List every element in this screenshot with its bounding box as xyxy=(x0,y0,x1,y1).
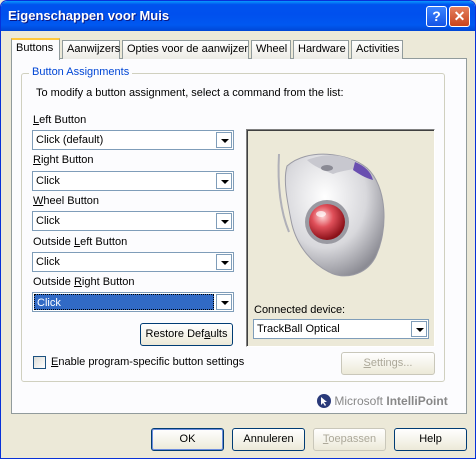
right-button-select[interactable]: Click xyxy=(32,171,234,191)
close-button[interactable]: ✕ xyxy=(449,6,470,27)
chevron-down-icon[interactable] xyxy=(216,213,232,229)
restore-defaults-button[interactable]: Restore Defaults xyxy=(140,323,233,346)
chevron-down-icon[interactable] xyxy=(411,321,427,337)
help-title-button[interactable]: ? xyxy=(426,6,447,27)
ok-button[interactable]: OK xyxy=(151,428,224,451)
outside-left-button-value: Click xyxy=(36,256,60,268)
outside-left-button-select[interactable]: Click xyxy=(32,252,234,272)
outside-right-button-select[interactable]: Click xyxy=(32,292,234,312)
outside-right-button-value: Click xyxy=(34,294,214,310)
program-specific-checkbox[interactable] xyxy=(33,356,46,369)
right-button-value: Click xyxy=(36,175,60,187)
group-title: Button Assignments xyxy=(29,66,133,78)
tab-activities[interactable]: Activities xyxy=(351,40,403,59)
outside-left-button-label: Outside Left Button xyxy=(33,236,128,248)
connected-device-value: TrackBall Optical xyxy=(257,323,340,335)
tab-aanwijzers[interactable]: Aanwijzers xyxy=(62,40,120,59)
tab-buttons[interactable]: Buttons xyxy=(11,38,60,60)
brand-maker: Microsoft xyxy=(334,394,384,408)
tab-hardware[interactable]: Hardware xyxy=(293,40,349,59)
connected-device-select[interactable]: TrackBall Optical xyxy=(253,319,429,339)
help-button[interactable]: Help xyxy=(394,428,467,451)
instruction-text: To modify a button assignment, select a … xyxy=(36,87,344,99)
wheel-button-label: Wheel Button xyxy=(33,195,100,207)
tab-wheel[interactable]: Wheel xyxy=(251,40,291,59)
trackball-mouse-icon xyxy=(277,153,385,277)
intellipoint-cursor-icon xyxy=(317,394,331,408)
left-button-value: Click (default) xyxy=(36,134,104,146)
program-specific-label[interactable]: Enable program-specific button settings xyxy=(51,356,244,368)
left-button-label: Left Button xyxy=(33,114,87,126)
apply-button[interactable]: Toepassen xyxy=(313,428,386,451)
mouse-properties-window: Eigenschappen voor Muis ? ✕ Buttons Aanw… xyxy=(0,0,476,459)
left-button-select[interactable]: Click (default) xyxy=(32,130,234,150)
chevron-down-icon[interactable] xyxy=(216,294,232,310)
cancel-button[interactable]: Annuleren xyxy=(232,428,305,451)
title-bar[interactable]: Eigenschappen voor Muis ? ✕ xyxy=(1,1,475,31)
window-title: Eigenschappen voor Muis xyxy=(8,8,170,23)
wheel-button-value: Click xyxy=(36,215,60,227)
outside-right-button-label: Outside Right Button xyxy=(33,276,135,288)
chevron-down-icon[interactable] xyxy=(216,132,232,148)
wheel-button-select[interactable]: Click xyxy=(32,211,234,231)
right-button-label: Right Button xyxy=(33,154,94,166)
connected-device-label: Connected device: xyxy=(254,304,346,316)
intellipoint-brand: Microsoft IntelliPoint xyxy=(317,394,448,408)
settings-button[interactable]: Settings... xyxy=(341,352,435,375)
tab-opties-aanwijzer[interactable]: Opties voor de aanwijzer xyxy=(122,40,249,59)
brand-product: IntelliPoint xyxy=(386,394,448,408)
chevron-down-icon[interactable] xyxy=(216,173,232,189)
chevron-down-icon[interactable] xyxy=(216,254,232,270)
